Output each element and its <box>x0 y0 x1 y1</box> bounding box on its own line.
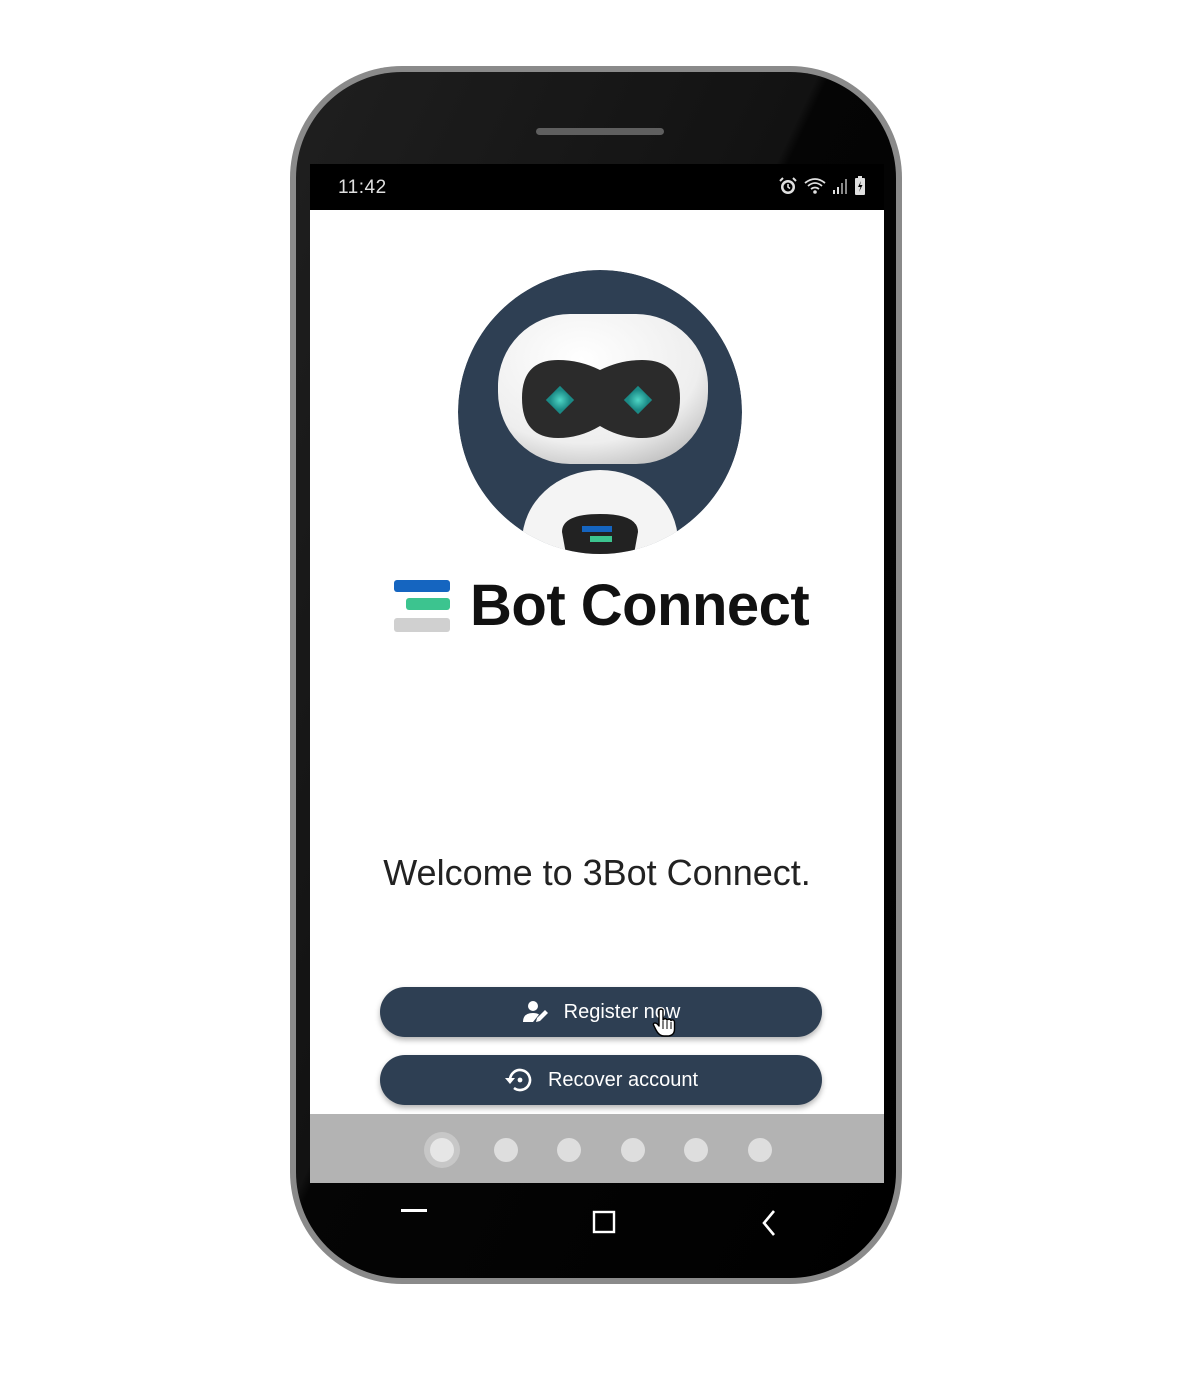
page-dot-3[interactable] <box>557 1138 581 1162</box>
user-edit-icon <box>522 1001 548 1022</box>
home-icon[interactable] <box>592 1210 616 1234</box>
register-button[interactable]: Register now <box>380 987 822 1037</box>
app-logo-icon <box>394 580 450 632</box>
status-bar: 11:42 <box>310 164 884 210</box>
stage: 11:42 Bot Connect Welcome to 3Bot Connec… <box>0 0 1200 1392</box>
page-dot-1[interactable] <box>424 1132 460 1168</box>
alarm-icon <box>779 177 797 194</box>
restore-icon <box>504 1068 532 1092</box>
app-brand: Bot Connect <box>392 570 822 640</box>
page-dot-4[interactable] <box>621 1138 645 1162</box>
battery-icon <box>855 176 865 195</box>
phone-frame: 11:42 Bot Connect Welcome to 3Bot Connec… <box>290 66 902 1284</box>
earpiece-speaker <box>536 128 664 135</box>
robot-avatar <box>458 270 742 554</box>
signal-icon <box>833 179 847 194</box>
recover-button-label: Recover account <box>547 1068 699 1091</box>
page-dot-2[interactable] <box>494 1138 518 1162</box>
phone-screen: 11:42 Bot Connect Welcome to 3Bot Connec… <box>310 164 884 1183</box>
back-icon[interactable] <box>760 1209 778 1237</box>
phone-body: 11:42 Bot Connect Welcome to 3Bot Connec… <box>296 72 896 1278</box>
recover-account-button[interactable]: Recover account <box>380 1055 822 1105</box>
welcome-text: Welcome to 3Bot Connect. <box>383 852 811 893</box>
recent-apps-icon[interactable] <box>400 1205 428 1217</box>
hand-cursor-icon <box>652 1008 676 1037</box>
status-time: 11:42 <box>338 177 387 198</box>
wifi-icon <box>804 178 826 194</box>
android-navigation-bar <box>310 1183 884 1278</box>
page-dot-6[interactable] <box>748 1138 772 1162</box>
page-dot-5[interactable] <box>684 1138 708 1162</box>
app-name: Bot Connect <box>470 573 810 638</box>
page-indicator <box>310 1114 884 1183</box>
status-icons <box>778 176 866 196</box>
